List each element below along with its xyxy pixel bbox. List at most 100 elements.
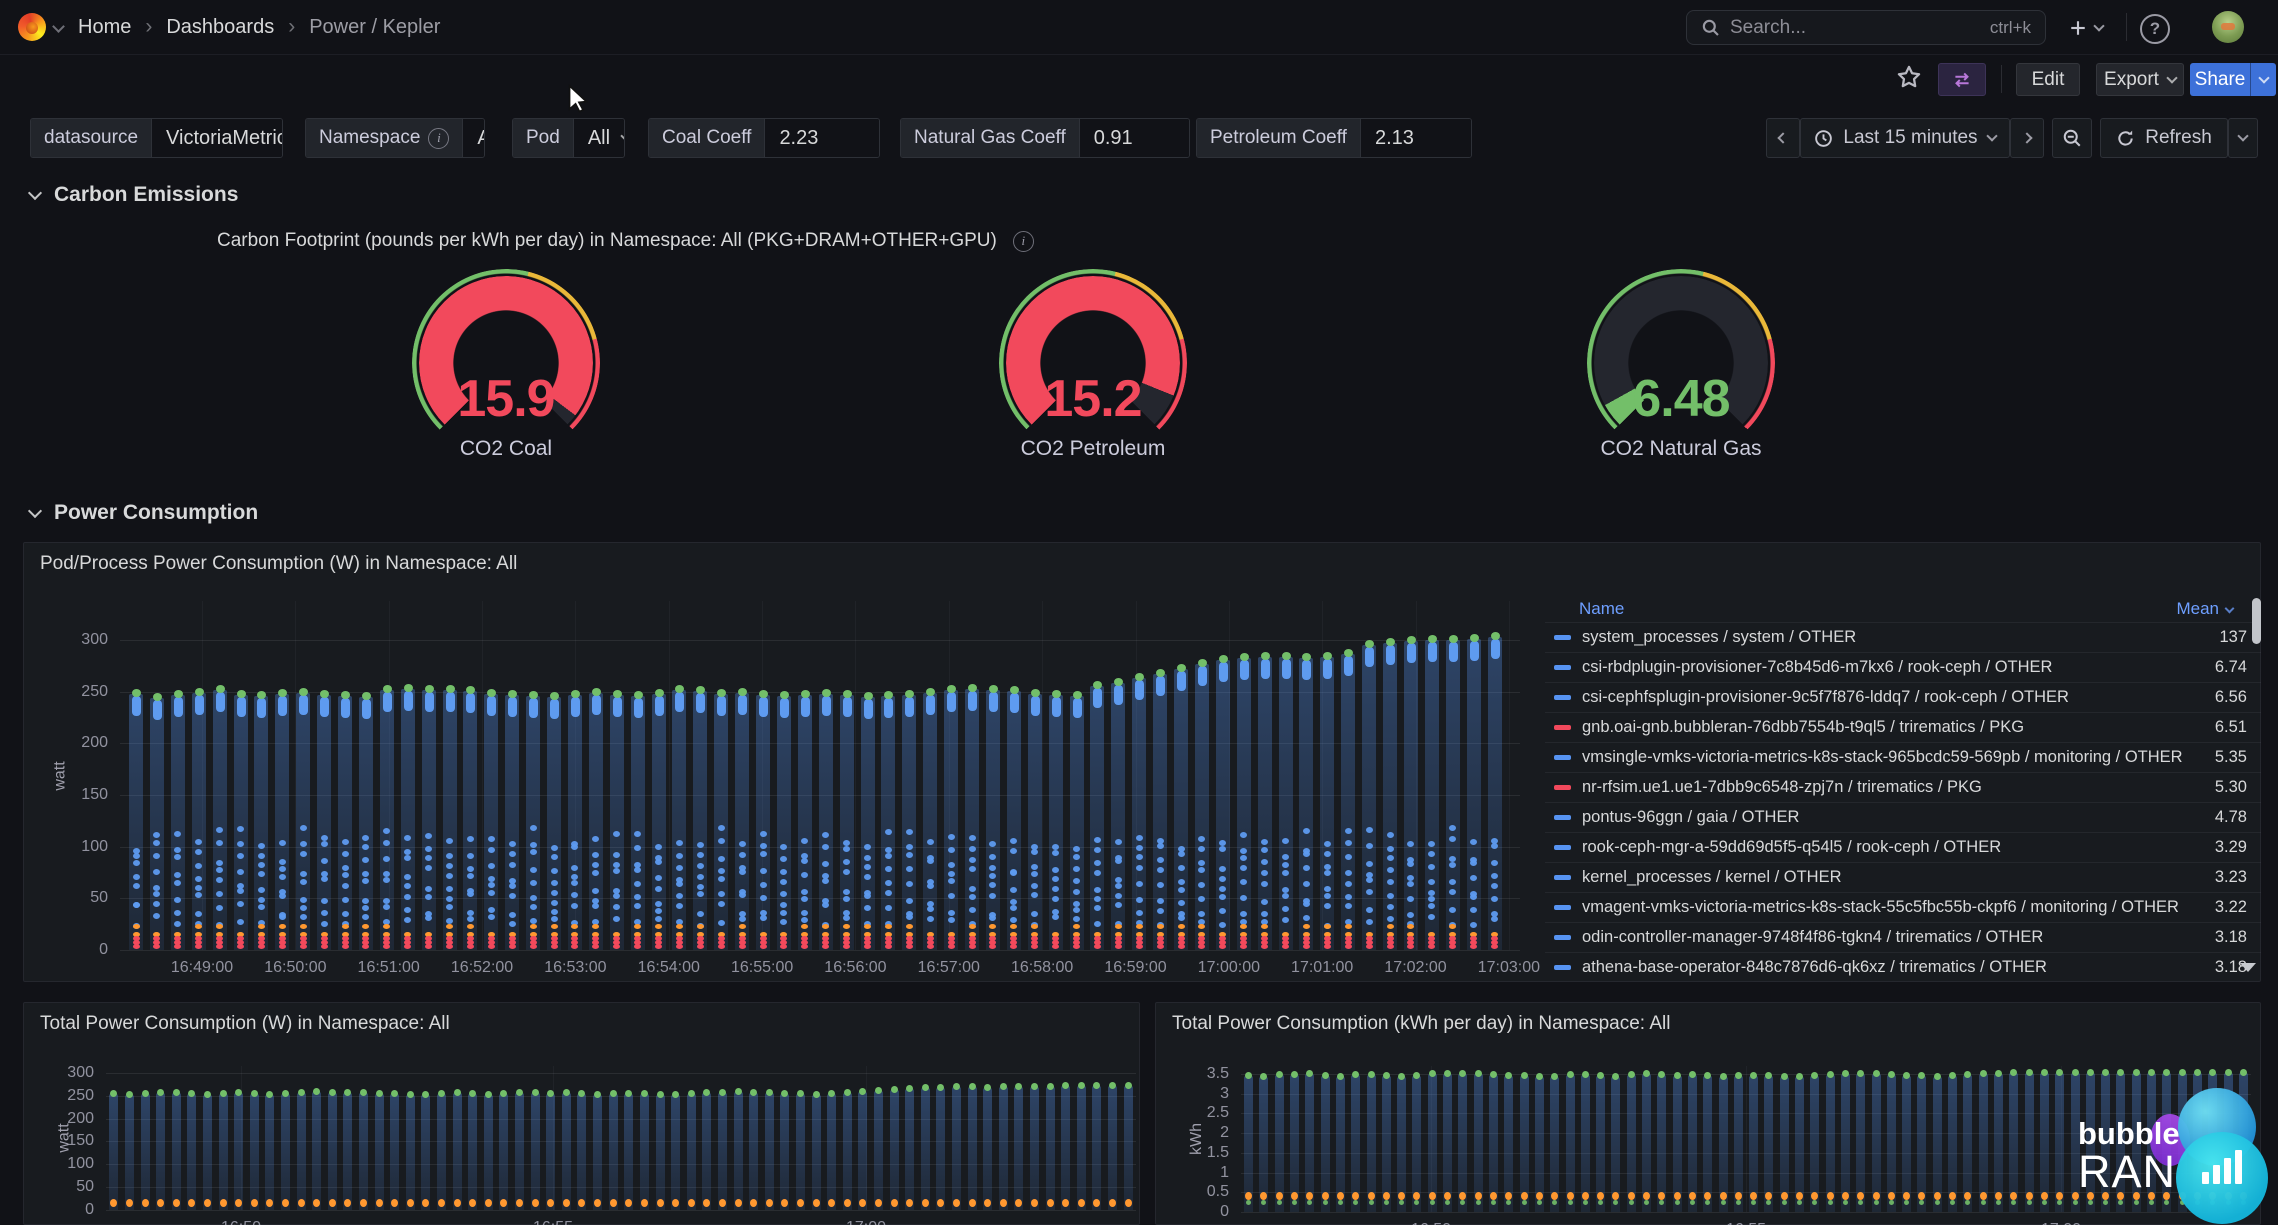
data-point xyxy=(1949,1072,1956,1079)
share-button[interactable]: Share xyxy=(2190,63,2250,96)
time-forward-button[interactable] xyxy=(2010,118,2044,158)
carbon-footprint-panel-title[interactable]: Carbon Footprint (pounds per kWh per day… xyxy=(217,230,997,252)
data-point xyxy=(1337,1073,1344,1080)
data-point xyxy=(891,1086,898,1093)
data-point xyxy=(1366,872,1373,878)
refresh-button[interactable]: Refresh xyxy=(2100,118,2228,158)
data-point xyxy=(655,908,662,914)
nav-chevron-down-icon[interactable] xyxy=(52,20,65,33)
bar-cap xyxy=(529,698,538,718)
gauge-co2-natural-gas: 6.48CO2 Natural Gas xyxy=(1566,269,1796,469)
legend-row[interactable]: csi-rbdplugin-provisioner-7c8b45d6-m7kx6… xyxy=(1545,652,2261,682)
bar xyxy=(515,1093,524,1210)
bar-cap xyxy=(989,692,998,712)
info-icon[interactable] xyxy=(428,128,449,149)
breadcrumb-dashboards[interactable]: Dashboards xyxy=(166,16,274,39)
total-power-w-panel-title[interactable]: Total Power Consumption (W) in Namespace… xyxy=(40,1013,450,1035)
data-point xyxy=(509,921,516,927)
legend-row[interactable]: athena-base-operator-848c7876d6-qk6xz / … xyxy=(1545,952,2261,980)
add-new-button[interactable] xyxy=(2062,12,2110,44)
y-tick-label: 0 xyxy=(85,1201,94,1219)
bar xyxy=(702,1093,711,1210)
panel-info-icon[interactable] xyxy=(1013,231,1034,252)
section-carbon-emissions[interactable]: Carbon Emissions xyxy=(30,183,238,207)
refresh-interval-button[interactable] xyxy=(2228,118,2258,158)
search-input[interactable]: Search... ctrl+k xyxy=(1686,10,2046,45)
legend-row[interactable]: kernel_processes / kernel / OTHER3.23 xyxy=(1545,862,2261,892)
data-point xyxy=(1934,1192,1941,1200)
data-point xyxy=(1010,686,1019,694)
legend-row[interactable]: rook-ceph-mgr-a-59dd69d5f5-q54l5 / rook-… xyxy=(1545,832,2261,862)
data-point xyxy=(133,902,140,908)
data-point xyxy=(813,1091,820,1098)
legend-row[interactable]: vmsingle-vmks-victoria-metrics-k8s-stack… xyxy=(1545,742,2261,772)
breadcrumb-home[interactable]: Home xyxy=(78,16,131,39)
gridline xyxy=(482,601,483,950)
export-button[interactable]: Export xyxy=(2096,63,2184,96)
data-point xyxy=(1470,839,1477,845)
grafana-logo-icon[interactable] xyxy=(18,13,46,41)
data-point xyxy=(258,887,265,893)
data-point xyxy=(126,1091,133,1098)
pod-select[interactable]: All xyxy=(574,119,625,157)
legend-row[interactable]: system_processes / system / OTHER137 xyxy=(1545,622,2261,652)
legend-row[interactable]: nr-rfsim.ue1.ue1-7dbb9c6548-zpj7n / trir… xyxy=(1545,772,2261,802)
data-point xyxy=(329,1199,336,1207)
data-point xyxy=(133,874,140,880)
data-point xyxy=(766,1199,773,1207)
data-point xyxy=(532,1089,539,1096)
bar-cap xyxy=(216,692,225,712)
gas-coeff-input[interactable]: 0.91 xyxy=(1080,119,1189,157)
time-range-picker[interactable]: Last 15 minutes xyxy=(1800,118,2010,158)
legend-header-mean[interactable]: Mean xyxy=(2176,599,2233,619)
section-power-consumption[interactable]: Power Consumption xyxy=(30,501,258,525)
petroleum-coeff-input[interactable]: 2.13 xyxy=(1361,119,1471,157)
legend-row[interactable]: odin-controller-manager-9748f4f86-tgkn4 … xyxy=(1545,922,2261,952)
pod-power-chart: watt 05010015020025030016:49:0016:50:001… xyxy=(120,601,1520,950)
legend-series-swatch xyxy=(1554,935,1571,940)
legend-scrollbar-thumb[interactable] xyxy=(2252,598,2261,644)
legend-row[interactable]: vmagent-vmks-victoria-metrics-k8s-stack-… xyxy=(1545,892,2261,922)
help-button[interactable] xyxy=(2140,14,2170,44)
zoom-out-button[interactable] xyxy=(2052,118,2092,158)
legend-header-name[interactable]: Name xyxy=(1579,599,1624,619)
public-dashboard-button[interactable] xyxy=(1938,63,1986,96)
data-point xyxy=(1521,1072,1528,1079)
datasource-select[interactable]: VictoriaMetrics xyxy=(152,119,283,157)
data-point xyxy=(342,839,349,845)
y-tick-label: 3.5 xyxy=(1207,1065,1229,1083)
user-avatar[interactable] xyxy=(2212,11,2244,43)
data-point xyxy=(760,895,767,901)
legend-row[interactable]: csi-cephfsplugin-provisioner-9c5f7f876-l… xyxy=(1545,682,2261,712)
data-point xyxy=(551,845,558,851)
namespace-select[interactable]: All xyxy=(463,119,485,157)
data-point xyxy=(718,936,725,941)
favorite-star-button[interactable] xyxy=(1896,64,1922,90)
bar xyxy=(421,1095,430,1210)
pod-power-panel-title[interactable]: Pod/Process Power Consumption (W) in Nam… xyxy=(40,553,517,575)
data-point xyxy=(989,685,998,693)
coal-coeff-input[interactable]: 2.23 xyxy=(765,119,879,157)
share-options-button[interactable] xyxy=(2250,63,2276,96)
data-point xyxy=(1674,1072,1681,1079)
legend-row[interactable]: pontus-96ggn / gaia / OTHER4.78 xyxy=(1545,802,2261,832)
bar xyxy=(656,1095,665,1210)
legend-row[interactable]: gnb.oai-gnb.bubbleran-76dbb7554b-t9ql5 /… xyxy=(1545,712,2261,742)
petroleum-coeff-label: Petroleum Coeff xyxy=(1197,119,1361,157)
data-point xyxy=(407,1091,414,1098)
data-point xyxy=(822,936,829,941)
legend-series-name: kernel_processes / kernel / OTHER xyxy=(1582,868,2183,887)
toolbar-divider xyxy=(2001,65,2002,93)
data-point xyxy=(844,1089,851,1096)
data-point xyxy=(376,1199,383,1207)
data-point xyxy=(488,936,495,941)
time-back-button[interactable] xyxy=(1766,118,1800,158)
gauge-label: CO2 Natural Gas xyxy=(1566,437,1796,461)
data-point xyxy=(133,883,140,889)
data-point xyxy=(1345,881,1352,887)
legend-scroll-down-icon[interactable] xyxy=(2240,963,2256,972)
total-power-kwh-panel-title[interactable]: Total Power Consumption (kWh per day) in… xyxy=(1172,1013,1670,1035)
legend-series-mean: 3.18 xyxy=(2183,928,2261,947)
edit-button[interactable]: Edit xyxy=(2016,63,2080,96)
y-tick-label: 1.5 xyxy=(1207,1144,1229,1162)
